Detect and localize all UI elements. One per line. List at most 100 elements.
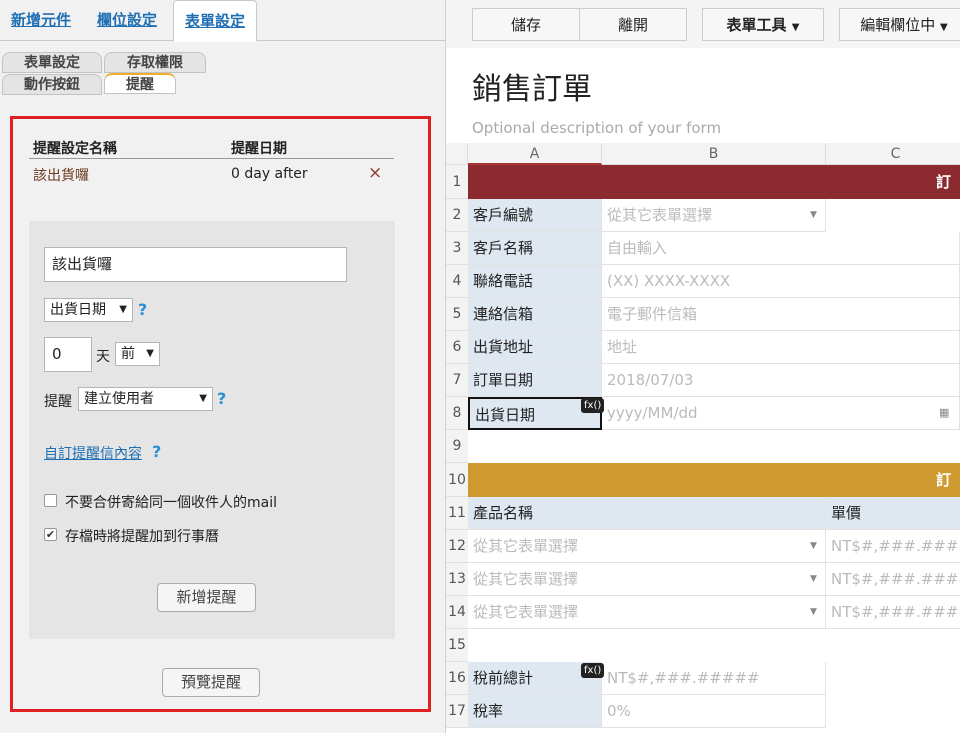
leave-button[interactable]: 離開 xyxy=(579,8,687,41)
section-header-bar[interactable] xyxy=(468,165,960,199)
chevron-down-icon: ▼ xyxy=(199,393,207,404)
fx-badge: fx() xyxy=(581,663,605,678)
top-tab-bar: 新增元件 欄位設定 表單設定 xyxy=(0,0,445,42)
recipient-select-value: 建立使用者 xyxy=(84,391,154,407)
row-number: 14 xyxy=(446,596,468,629)
edit-field-button[interactable]: 編輯欄位中 ▼ xyxy=(839,8,960,41)
chevron-down-icon: ▼ xyxy=(810,541,817,551)
offset-days-input[interactable]: 0 xyxy=(44,337,92,372)
row-number: 13 xyxy=(446,563,468,596)
date-field-select[interactable]: 出貨日期 ▼ xyxy=(44,298,133,322)
help-icon[interactable]: ? xyxy=(138,300,147,319)
product-select[interactable]: 從其它表單選擇 xyxy=(468,563,826,596)
direction-select-value: 前 xyxy=(121,346,135,362)
field-input[interactable]: yyyy/MM/dd xyxy=(602,397,960,430)
chevron-down-icon: ▼ xyxy=(146,348,154,359)
subtab-reminder[interactable]: 提醒 xyxy=(104,73,176,94)
date-field-select-value: 出貨日期 xyxy=(50,302,106,318)
add-reminder-button[interactable]: 新增提醒 xyxy=(157,583,256,612)
subtab-form-settings[interactable]: 表單設定 xyxy=(2,52,102,73)
row-number: 15 xyxy=(446,629,468,662)
field-input[interactable]: (XX) XXXX-XXXX xyxy=(602,265,960,298)
help-icon[interactable]: ? xyxy=(217,389,226,408)
field-label[interactable]: 客戶編號 xyxy=(468,199,602,232)
form-title[interactable]: 銷售訂單 xyxy=(472,64,592,108)
column-header-a[interactable]: A xyxy=(468,143,602,165)
field-input[interactable]: 地址 xyxy=(602,331,960,364)
form-editor: 儲存 離開 表單工具 ▼ 編輯欄位中 ▼ 銷售訂單 Optional descr… xyxy=(446,0,960,733)
row-number: 16 xyxy=(446,662,468,695)
remind-label: 提醒 xyxy=(44,394,72,410)
column-header-b[interactable]: B xyxy=(602,143,826,165)
settings-panel: 新增元件 欄位設定 表單設定 表單設定 存取權限 動作按鈕 提醒 提醒設定名稱 … xyxy=(0,0,446,733)
chevron-down-icon: ▼ xyxy=(810,574,817,584)
table-divider xyxy=(29,158,394,159)
row-number: 4 xyxy=(446,265,468,298)
section-header-bar[interactable] xyxy=(468,463,960,497)
save-button[interactable]: 儲存 xyxy=(472,8,580,41)
corner-cell xyxy=(446,143,468,165)
field-input[interactable]: 自由輸入 xyxy=(602,232,960,265)
field-label[interactable]: 連絡信箱 xyxy=(468,298,602,331)
row-number: 7 xyxy=(446,364,468,397)
product-select[interactable]: 從其它表單選擇 xyxy=(468,596,826,629)
caret-down-icon: ▼ xyxy=(791,22,800,33)
row-number: 1 xyxy=(446,165,468,199)
direction-select[interactable]: 前 ▼ xyxy=(115,342,160,366)
row-number: 6 xyxy=(446,331,468,364)
column-label[interactable]: 產品名稱 xyxy=(468,497,826,530)
column-header-c[interactable]: C xyxy=(826,143,960,165)
form-tools-label: 表單工具 xyxy=(726,16,787,34)
recipient-select[interactable]: 建立使用者 ▼ xyxy=(78,387,213,411)
chevron-down-icon: ▼ xyxy=(810,210,817,220)
field-label[interactable]: 訂單日期 xyxy=(468,364,602,397)
tab-field-settings[interactable]: 欄位設定 xyxy=(86,0,168,41)
reminder-row-name[interactable]: 該出貨囉 xyxy=(33,165,89,185)
row-number: 3 xyxy=(446,232,468,265)
form-description[interactable]: Optional description of your form xyxy=(472,119,721,137)
field-input[interactable]: 從其它表單選擇 xyxy=(602,199,826,232)
field-label[interactable]: 客戶名稱 xyxy=(468,232,602,265)
field-input[interactable]: NT$#,###.##### xyxy=(602,662,826,695)
add-calendar-checkbox[interactable]: ✔ xyxy=(44,528,57,541)
form-tools-button[interactable]: 表單工具 ▼ xyxy=(702,8,824,41)
row-number: 17 xyxy=(446,695,468,728)
fx-badge: fx() xyxy=(581,398,605,413)
no-merge-checkbox[interactable] xyxy=(44,494,57,507)
price-input[interactable]: NT$#,###.##### xyxy=(826,563,960,596)
reminder-name-input[interactable]: 該出貨囉 xyxy=(44,247,347,282)
edit-field-label: 編輯欄位中 xyxy=(860,16,936,34)
row-number: 2 xyxy=(446,199,468,232)
subtab-action-buttons[interactable]: 動作按鈕 xyxy=(2,74,102,95)
remove-reminder-icon[interactable]: × xyxy=(368,163,382,183)
row-number: 10 xyxy=(446,463,468,497)
row-number: 9 xyxy=(446,430,468,463)
field-input[interactable]: 電子郵件信箱 xyxy=(602,298,960,331)
tab-form-settings[interactable]: 表單設定 xyxy=(173,0,258,42)
price-input[interactable]: NT$#,###.##### xyxy=(826,530,960,563)
tab-add-element[interactable]: 新增元件 xyxy=(0,0,82,41)
field-input[interactable]: 0% xyxy=(602,695,826,728)
price-input[interactable]: NT$#,###.##### xyxy=(826,596,960,629)
reminder-settings-box: 提醒設定名稱 提醒日期 該出貨囉 0 day after × 該出貨囉 出貨日期… xyxy=(10,116,431,712)
chevron-down-icon: ▼ xyxy=(119,304,127,315)
field-label[interactable]: 聯絡電話 xyxy=(468,265,602,298)
reminder-editor: 該出貨囉 出貨日期 ▼ ? 0 天 前 ▼ 提醒 建立使用者 ▼ ? 自訂提醒信… xyxy=(29,221,395,639)
spreadsheet: A B C 1 2 3 4 5 6 7 8 9 10 11 12 13 14 15 16 17 訂訂客戶編號 從其它… xyxy=(446,143,960,733)
days-unit-label: 天 xyxy=(96,349,110,365)
row-number: 11 xyxy=(446,497,468,530)
field-input[interactable]: 2018/07/03 xyxy=(602,364,960,397)
product-select[interactable]: 從其它表單選擇 xyxy=(468,530,826,563)
column-label[interactable]: 單價 xyxy=(826,497,960,530)
field-label[interactable]: 出貨地址 xyxy=(468,331,602,364)
calendar-icon[interactable]: ▦ xyxy=(939,406,949,419)
header-reminder-date: 提醒日期 xyxy=(231,141,287,157)
row-number: 5 xyxy=(446,298,468,331)
preview-reminder-button[interactable]: 預覽提醒 xyxy=(162,668,260,697)
no-merge-label: 不要合併寄給同一個收件人的mail xyxy=(65,495,277,511)
custom-mail-link[interactable]: 自訂提醒信內容 xyxy=(44,443,142,463)
help-icon[interactable]: ? xyxy=(152,442,161,461)
field-label[interactable]: 稅率 xyxy=(468,695,602,728)
caret-down-icon: ▼ xyxy=(940,22,948,33)
subtab-access[interactable]: 存取權限 xyxy=(104,52,206,73)
